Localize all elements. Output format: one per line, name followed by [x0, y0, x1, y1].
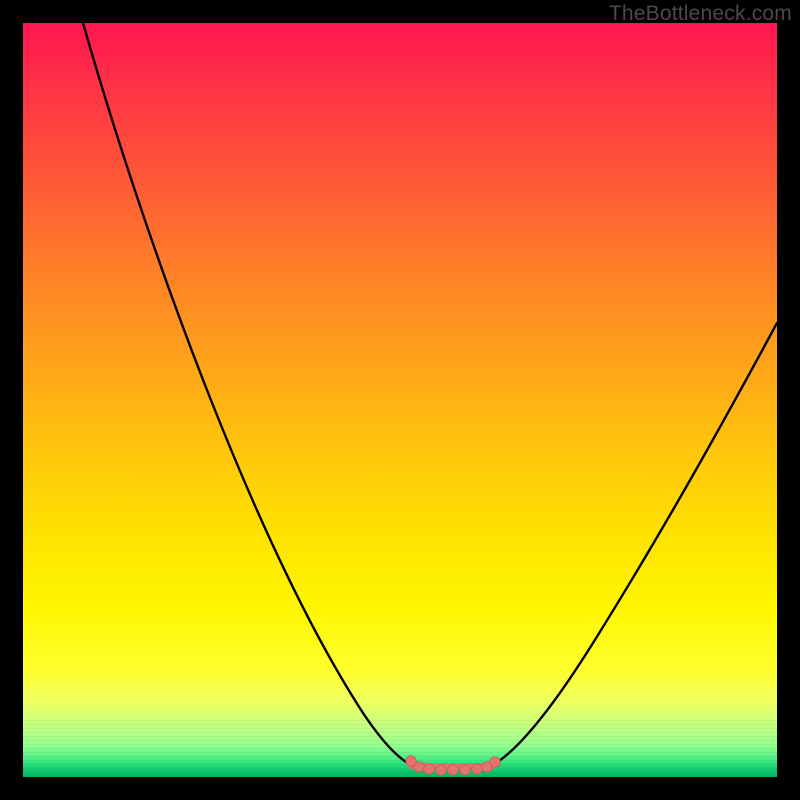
plot-area [23, 23, 777, 777]
valley-marker [424, 764, 435, 775]
valley-marker [472, 764, 483, 775]
valley-markers [406, 756, 501, 776]
curve-left-arm [83, 23, 411, 765]
watermark-text: TheBottleneck.com [609, 2, 792, 26]
valley-marker [460, 765, 471, 776]
curve-right-arm [493, 323, 777, 765]
chart-frame: TheBottleneck.com [0, 0, 800, 800]
valley-marker [414, 762, 425, 773]
bottleneck-curve [23, 23, 777, 777]
valley-marker [436, 765, 447, 776]
valley-marker [448, 765, 459, 776]
valley-marker [490, 757, 501, 768]
